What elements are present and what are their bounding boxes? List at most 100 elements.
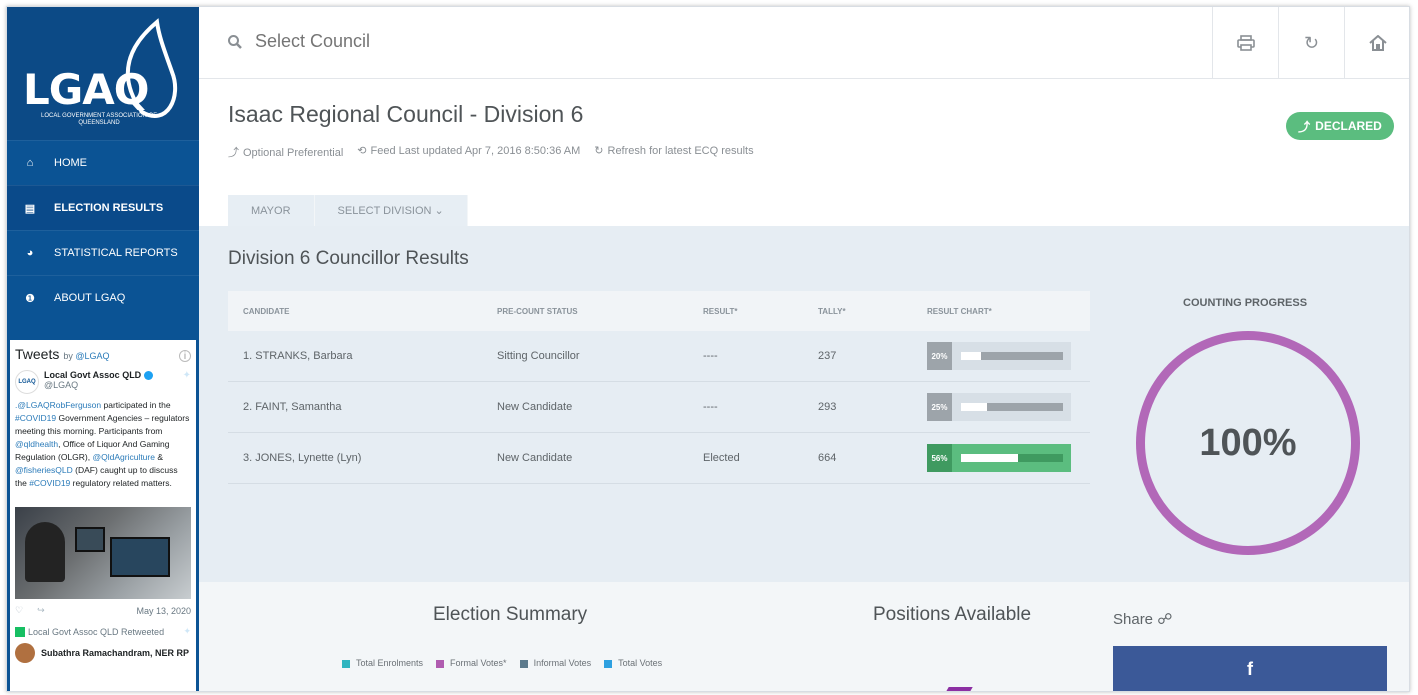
legend-item[interactable]: Total Enrolments xyxy=(342,658,423,668)
history-icon: ⟲ xyxy=(357,145,367,157)
legend-item[interactable]: Informal Votes xyxy=(519,658,591,668)
council-search[interactable] xyxy=(227,31,555,52)
result-value: ---- xyxy=(703,350,718,362)
tally-value: 237 xyxy=(818,350,837,362)
page-header: Isaac Regional Council - Division 6 ⤴ Opt… xyxy=(199,79,1409,226)
share-icon[interactable]: ↪ xyxy=(37,605,45,616)
refresh-button[interactable]: ↻ xyxy=(1278,7,1344,79)
avatar[interactable]: LGAQ xyxy=(15,370,39,394)
result-bar: 56% xyxy=(927,444,1071,472)
table-body: 1. STRANKS, Barbara Sitting Councillor ---… xyxy=(228,331,1090,484)
result-percent: 20% xyxy=(927,342,952,370)
tweet-link[interactable]: .@LGAQRobFerguson xyxy=(15,400,101,410)
tweet-author[interactable]: Subathra Ramachandram, NER RP xyxy=(10,641,196,665)
result-bar-track xyxy=(961,454,1063,462)
voting-system-label: Optional Preferential xyxy=(243,147,344,159)
candidate-name: 3. JONES, Lynette (Lyn) xyxy=(243,452,362,464)
twitter-header: Tweets by @LGAQ i xyxy=(10,340,196,368)
nav-item-election-results[interactable]: ▤ ELECTION RESULTS xyxy=(7,185,199,230)
tab-mayor[interactable]: MAYOR xyxy=(228,195,315,226)
declared-label: DECLARED xyxy=(1315,119,1382,133)
tweet-author[interactable]: LGAQ Local Govt Assoc QLD @LGAQ ✦ xyxy=(10,368,196,396)
tweets-handle-link[interactable]: @LGAQ xyxy=(75,351,109,361)
retweet-notice: Local Govt Assoc QLD Retweeted ✦ xyxy=(10,622,196,641)
refresh-icon: ↻ xyxy=(1303,32,1320,53)
result-chart-cell: 56% xyxy=(927,444,1090,472)
top-bar: ↻ xyxy=(199,7,1409,79)
tweet-link[interactable]: @fisheriesQLD xyxy=(15,465,73,475)
result-bar-track xyxy=(961,352,1063,360)
refresh-link-label: Refresh for latest ECQ results xyxy=(607,145,754,157)
result-bar-track xyxy=(961,403,1063,411)
tweets-by: by @LGAQ xyxy=(63,351,109,361)
voting-system: ⤴ Optional Preferential xyxy=(228,144,343,160)
tweet-date[interactable]: May 13, 2020 xyxy=(136,606,191,616)
tweet-author-name[interactable]: Local Govt Assoc QLD xyxy=(44,370,153,381)
legend-swatch xyxy=(604,659,613,668)
retweet-icon xyxy=(15,626,25,637)
share-label: Share ☍ xyxy=(1113,610,1172,628)
tweet-link[interactable]: #COVID19 xyxy=(29,478,70,488)
twitter-bird-icon[interactable]: ✦ xyxy=(183,626,191,637)
tweet-link[interactable]: #COVID19 xyxy=(15,413,56,423)
photo-monitor xyxy=(75,527,105,552)
print-icon xyxy=(1236,35,1255,51)
result-bar: 20% xyxy=(927,342,1071,370)
table-row: 3. JONES, Lynette (Lyn) New Candidate Elec… xyxy=(228,433,1090,484)
result-percent: 25% xyxy=(927,393,952,421)
nav-item-home[interactable]: ⌂ HOME xyxy=(7,140,199,185)
twitter-timeline: Tweets by @LGAQ i LGAQ Local Govt Assoc … xyxy=(10,340,196,691)
nav-item-about-lgaq[interactable]: ❶ ABOUT LGAQ xyxy=(7,275,199,320)
column-header: RESULT CHART* xyxy=(927,306,992,316)
tweet-link[interactable]: @qldhealth xyxy=(15,439,58,449)
tweets-title: Tweets xyxy=(15,346,60,362)
tweet-author-name[interactable]: Subathra Ramachandram, NER RP xyxy=(41,648,189,658)
legend-label: Formal Votes* xyxy=(450,658,507,668)
candidate-name: 1. STRANKS, Barbara xyxy=(243,350,353,362)
legend-item[interactable]: Total Votes xyxy=(604,658,662,668)
results-section: Division 6 Councillor Results CANDIDATE … xyxy=(199,226,1409,582)
results-title: Division 6 Councillor Results xyxy=(228,248,469,269)
feed-updated: ⟲ Feed Last updated Apr 7, 2016 8:50:36 A… xyxy=(357,144,580,160)
refresh-icon: ↻ xyxy=(594,145,604,157)
tally-value: 293 xyxy=(818,401,837,413)
tab-select-division[interactable]: SELECT DIVISION ⌄ xyxy=(314,195,468,226)
counting-progress-ring: 100% xyxy=(1136,331,1360,555)
search-icon xyxy=(228,34,242,49)
home-button[interactable] xyxy=(1344,7,1409,79)
tweet-author-names: Local Govt Assoc QLD @LGAQ xyxy=(44,370,153,394)
nav-item-statistical-reports[interactable]: ◕ STATISTICAL REPORTS xyxy=(7,230,199,275)
avatar[interactable] xyxy=(15,643,35,663)
photo-screen xyxy=(110,537,170,577)
legend-item[interactable]: Formal Votes* xyxy=(436,658,507,668)
home-icon xyxy=(1368,35,1387,51)
candidate-name: 2. FAINT, Samantha xyxy=(243,401,342,413)
result-percent: 56% xyxy=(927,444,952,472)
tweet-photo[interactable] xyxy=(15,507,191,599)
result-chart-cell: 20% xyxy=(927,342,1090,370)
print-button[interactable] xyxy=(1212,7,1278,79)
column-header: CANDIDATE xyxy=(243,306,290,316)
table-header: CANDIDATE PRE-COUNT STATUS RESULT* TALLY… xyxy=(228,291,1090,331)
heart-icon[interactable]: ♡ xyxy=(15,605,23,616)
pre-count-status: Sitting Councillor xyxy=(497,350,580,362)
legend-swatch xyxy=(519,659,528,668)
nav-item-label: HOME xyxy=(54,157,87,169)
tweets-by-label: by xyxy=(63,351,73,361)
facebook-share-button[interactable]: f xyxy=(1113,646,1387,691)
table-row: 1. STRANKS, Barbara Sitting Councillor ---… xyxy=(228,331,1090,382)
info-icon[interactable]: i xyxy=(179,350,191,362)
lgaq-logo[interactable]: LGAQ LOCAL GOVERNMENT ASSOCIATION OF QUE… xyxy=(7,7,199,140)
chart-legend: Total Enrolments Formal Votes* Informal Vo… xyxy=(342,658,662,668)
tweet-text-segment: regulatory related matters. xyxy=(70,478,172,488)
legend-label: Total Votes xyxy=(618,658,663,668)
photo-person xyxy=(25,522,65,582)
verified-icon xyxy=(143,371,153,381)
refresh-link[interactable]: ↻ Refresh for latest ECQ results xyxy=(594,144,753,160)
tweet-author-handle[interactable]: @LGAQ xyxy=(44,380,153,390)
counting-progress-label: COUNTING PROGRESS xyxy=(1183,297,1308,309)
app-window: LGAQ LOCAL GOVERNMENT ASSOCIATION OF QUE… xyxy=(6,6,1410,692)
twitter-bird-icon[interactable]: ✦ xyxy=(183,370,191,394)
tweet-link[interactable]: @QldAgriculture xyxy=(92,452,154,462)
search-input[interactable] xyxy=(255,31,555,52)
